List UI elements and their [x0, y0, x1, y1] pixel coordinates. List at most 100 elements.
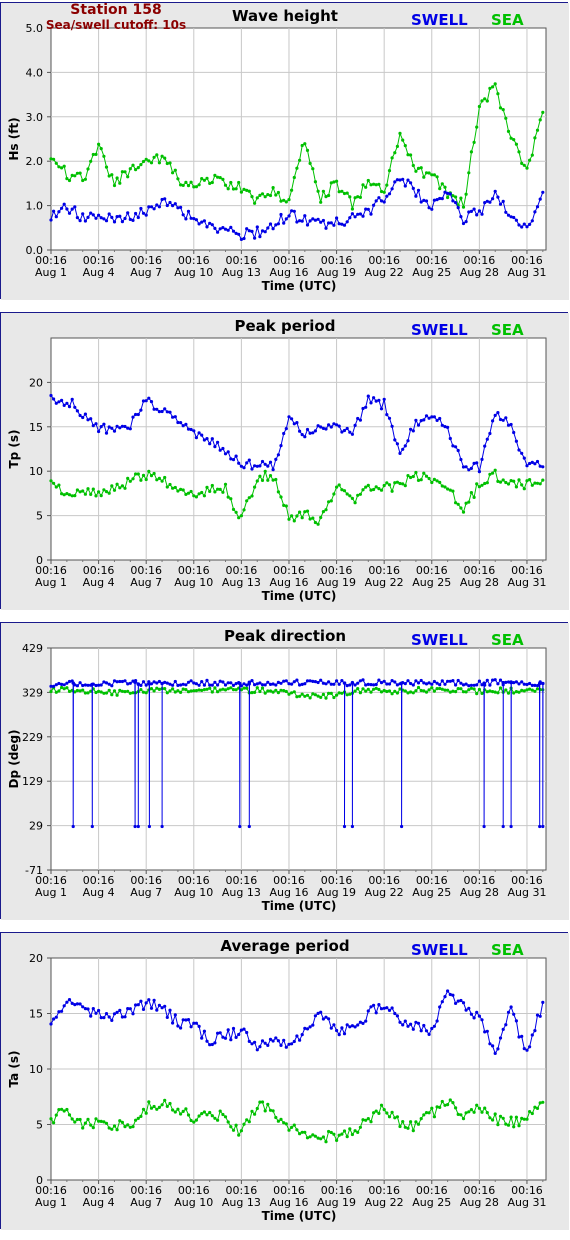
legend-sea: SEA: [491, 321, 524, 339]
x-axis-label: Time (UTC): [262, 589, 337, 603]
swell-point: [472, 1016, 476, 1020]
swell-point: [144, 399, 148, 403]
sea-point: [350, 496, 354, 500]
swell-point: [78, 219, 82, 223]
swell-point: [387, 1008, 392, 1012]
sea-point: [263, 691, 267, 695]
sea-point: [475, 692, 479, 696]
sea-point: [181, 687, 185, 691]
sea-point: [411, 691, 415, 695]
swell-point: [194, 682, 198, 686]
sea-point: [480, 1110, 484, 1114]
swell-point: [422, 1023, 426, 1028]
swell-point: [525, 1048, 529, 1052]
swell-point: [520, 680, 524, 684]
swell-point: [184, 217, 188, 221]
sea-point: [517, 1124, 521, 1128]
swell-point: [506, 1010, 511, 1014]
swell-point: [78, 681, 82, 685]
x-tick-date: Aug 1: [35, 576, 67, 589]
sea-point: [506, 482, 511, 486]
sea-point: [200, 177, 204, 181]
swell-point: [115, 215, 119, 219]
sea-point: [454, 1106, 458, 1110]
swell-point: [136, 1003, 140, 1007]
swell-point: [176, 683, 180, 687]
sea-point: [512, 1125, 516, 1129]
swell-point: [237, 1032, 241, 1037]
sea-point: [110, 1127, 114, 1131]
swell-point: [456, 448, 460, 453]
sea-point: [179, 690, 183, 694]
swell-point: [104, 431, 109, 435]
swell-point: [123, 216, 127, 221]
sea-point: [459, 506, 463, 510]
sea-point: [308, 1135, 312, 1139]
swell-point: [409, 181, 413, 185]
swell-point: [213, 226, 217, 230]
swell-point: [358, 212, 362, 216]
swell-point: [186, 1018, 191, 1022]
swell-point: [430, 207, 434, 211]
sea-point: [311, 167, 315, 171]
sea-point: [464, 690, 468, 694]
sea-point: [475, 482, 479, 486]
swell-point: [258, 1045, 262, 1049]
sea-point: [126, 689, 130, 693]
sea-point: [205, 485, 209, 489]
sea-point: [226, 187, 230, 191]
y-tick-label: 29: [29, 820, 43, 833]
swell-point: [110, 215, 114, 219]
sea-point: [390, 489, 394, 493]
swell-point: [83, 219, 87, 223]
chart-title: Peak direction: [224, 627, 346, 645]
sea-point: [260, 192, 265, 196]
swell-point: [456, 678, 460, 683]
sea-point: [385, 1111, 389, 1115]
sea-point: [427, 476, 431, 481]
swell-point: [134, 679, 138, 683]
sea-point: [506, 129, 511, 133]
swell-point: [91, 424, 95, 428]
x-tick-date: Aug 10: [174, 576, 213, 589]
swell-point: [530, 219, 534, 223]
swell-point: [284, 427, 288, 431]
swell-point: [509, 1005, 513, 1009]
sea-point: [366, 178, 370, 183]
sea-point: [424, 474, 429, 478]
swell-point: [62, 202, 66, 206]
sea-point: [522, 487, 526, 491]
swell-point: [81, 212, 85, 216]
sea-point: [57, 689, 61, 693]
swell-point: [200, 433, 204, 437]
sea-point: [472, 1110, 476, 1114]
swell-point: [115, 424, 119, 428]
swell-point: [395, 442, 399, 446]
swell-point: [337, 1033, 341, 1037]
x-tick-date: Aug 31: [507, 266, 546, 279]
swell-point: [522, 682, 526, 686]
swell-point: [305, 427, 310, 432]
sea-point: [128, 691, 132, 695]
sea-point: [321, 510, 325, 514]
swell-point: [406, 1024, 410, 1028]
swell-point: [123, 1015, 127, 1019]
swell-point: [321, 1017, 325, 1021]
sea-point: [258, 689, 262, 694]
sea-point: [279, 199, 283, 203]
sea-point: [514, 142, 519, 146]
sea-point: [52, 157, 56, 161]
sea-point: [62, 1109, 66, 1113]
sea-point: [385, 689, 389, 694]
sea-point: [292, 519, 296, 523]
sea-point: [525, 1117, 529, 1121]
sea-point: [234, 510, 238, 514]
sea-point: [112, 183, 117, 188]
swell-point: [308, 1025, 312, 1029]
sea-point: [144, 691, 148, 695]
sea-point: [504, 116, 508, 120]
sea-point: [49, 689, 53, 694]
swell-point: [400, 824, 404, 829]
sea-point: [118, 181, 122, 185]
x-tick-date: Aug 31: [507, 886, 546, 899]
